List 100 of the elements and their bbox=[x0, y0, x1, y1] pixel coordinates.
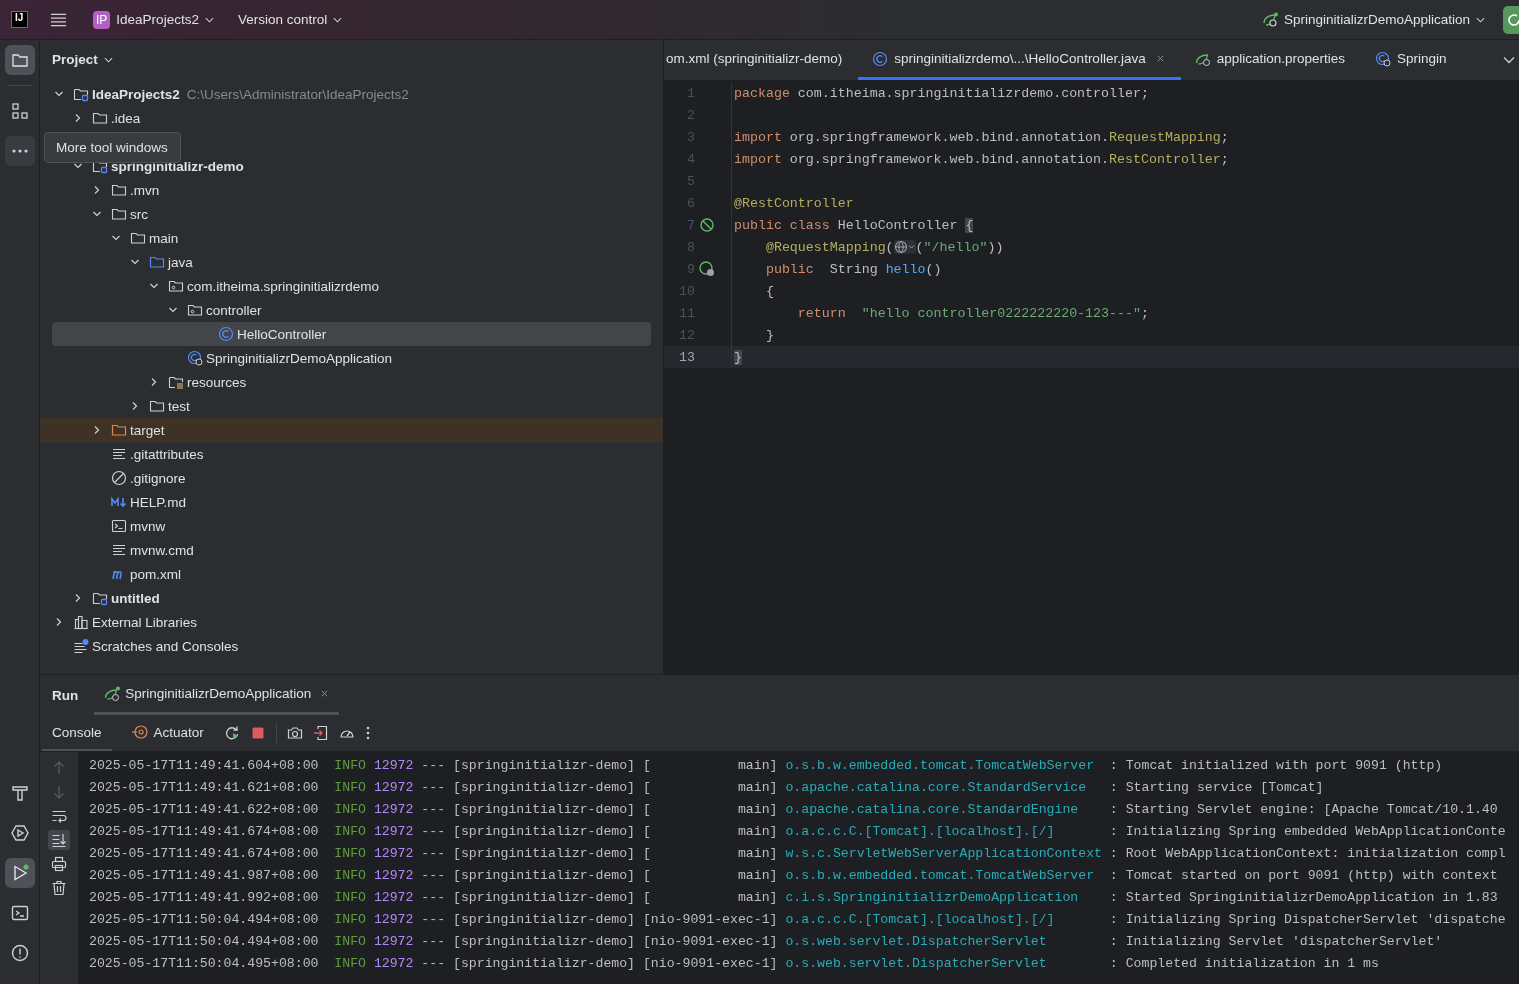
leaf-globe-icon[interactable] bbox=[699, 261, 715, 277]
menu-icon[interactable] bbox=[50, 12, 67, 27]
print-icon bbox=[51, 856, 67, 872]
chevron-icon[interactable] bbox=[149, 281, 159, 291]
chevron-down-icon bbox=[204, 16, 214, 23]
tree-item[interactable]: java bbox=[40, 250, 651, 274]
run-button[interactable] bbox=[1503, 5, 1519, 34]
chevron-icon[interactable] bbox=[92, 425, 102, 435]
scroll-end-icon bbox=[51, 832, 67, 848]
editor-tab[interactable]: Springin bbox=[1361, 40, 1463, 80]
more-vertical-icon[interactable] bbox=[364, 725, 371, 741]
tool-window-button[interactable] bbox=[4, 858, 35, 888]
class-icon bbox=[872, 50, 889, 67]
chevron-icon[interactable] bbox=[73, 161, 83, 171]
chevron-icon[interactable] bbox=[73, 113, 83, 123]
chevron-icon[interactable] bbox=[149, 377, 159, 387]
spring-run-icon bbox=[104, 685, 121, 702]
tree-item[interactable]: .gitattributes bbox=[40, 442, 651, 466]
log-line: 2025-05-17T11:49:41.992+08:00 INFO 12972 --- [springinitializr-demo] [ main] c.i.s.SpringinitializrDemoApplication : Started SpringinitializrDemoApplication in 1.83 bbox=[89, 888, 1499, 907]
structure-icon bbox=[10, 102, 29, 120]
tree-item[interactable]: pom.xml bbox=[40, 562, 651, 586]
tree-item[interactable]: HELP.md bbox=[40, 490, 651, 514]
scratches-icon bbox=[73, 638, 89, 654]
chevron-down-icon bbox=[103, 56, 113, 63]
tree-item[interactable]: controller bbox=[40, 298, 651, 322]
run-tab[interactable]: SpringinitializrDemoApplication bbox=[94, 675, 340, 715]
text-file-icon bbox=[111, 542, 127, 558]
tree-item[interactable]: .idea bbox=[40, 106, 651, 130]
editor-tab[interactable]: springinitializrdemo\...\HelloController.java bbox=[858, 40, 1181, 80]
services-icon bbox=[10, 824, 29, 842]
code-line: } bbox=[764, 327, 774, 343]
chevron-icon[interactable] bbox=[130, 401, 140, 411]
chevron-icon[interactable] bbox=[54, 89, 64, 99]
globe-icon[interactable] bbox=[893, 240, 916, 254]
camera-icon[interactable] bbox=[286, 725, 303, 741]
tree-item[interactable]: mvnw.cmd bbox=[40, 538, 651, 562]
tree-item[interactable]: resources bbox=[40, 370, 651, 394]
chevron-icon[interactable] bbox=[92, 209, 102, 219]
chevron-icon[interactable] bbox=[130, 257, 140, 267]
tree-item[interactable]: main bbox=[40, 226, 651, 250]
libraries-icon bbox=[73, 614, 89, 630]
console-tool-button[interactable] bbox=[48, 830, 70, 850]
actuator-icon bbox=[131, 724, 148, 740]
project-view-selector[interactable]: Project bbox=[46, 48, 119, 71]
terminal-icon bbox=[10, 904, 29, 922]
tree-item[interactable]: target bbox=[40, 418, 663, 442]
module-folder-icon bbox=[92, 590, 108, 606]
no-entry-icon[interactable] bbox=[699, 217, 715, 233]
app-logo[interactable]: IJ bbox=[11, 11, 28, 28]
tree-item[interactable]: untitled bbox=[40, 586, 651, 610]
folder-icon bbox=[111, 206, 127, 222]
chevron-icon[interactable] bbox=[54, 617, 64, 627]
more-icon bbox=[11, 149, 28, 153]
tree-item[interactable]: SpringinitializrDemoApplication bbox=[40, 346, 651, 370]
chevron-icon[interactable] bbox=[73, 593, 83, 603]
tree-item[interactable]: test bbox=[40, 394, 651, 418]
tree-item[interactable]: src bbox=[40, 202, 651, 226]
folder-icon bbox=[92, 110, 108, 126]
log-line: 2025-05-17T11:50:04.494+08:00 INFO 12972 --- [springinitializr-demo] [nio-9091-exec-1] o.s.web.servlet.DispatcherServlet : Initializing Servlet 'dispatcherServlet' bbox=[89, 932, 1444, 951]
tree-item[interactable]: Scratches and Consoles bbox=[40, 634, 651, 658]
chevron-icon[interactable] bbox=[111, 233, 121, 243]
exit-icon[interactable] bbox=[312, 725, 329, 741]
chevron-icon[interactable] bbox=[168, 305, 178, 315]
chevron-down-icon bbox=[1476, 16, 1485, 23]
package-icon bbox=[187, 302, 203, 318]
tree-item[interactable]: mvnw bbox=[40, 514, 651, 538]
rerun-icon bbox=[1506, 11, 1519, 28]
code-line: import org.springframework.web.bind.annotation.RequestMapping; bbox=[734, 129, 1229, 145]
project-selector[interactable]: IP IdeaProjects2 bbox=[87, 6, 220, 33]
panel-title: Run bbox=[52, 687, 79, 703]
tree-item[interactable]: IdeaProjects2 C:\Users\Administrator\IdeaProjects2 bbox=[40, 82, 651, 106]
tool-window-button[interactable] bbox=[4, 45, 35, 75]
console-tab[interactable]: Actuator bbox=[121, 715, 214, 751]
text-file-icon bbox=[111, 446, 127, 462]
terminal-file-icon bbox=[111, 518, 127, 534]
close-icon[interactable] bbox=[320, 689, 330, 698]
editor-tab[interactable]: application.properties bbox=[1180, 40, 1361, 80]
version-control-menu[interactable]: Version control bbox=[231, 8, 349, 31]
folder-icon bbox=[149, 398, 165, 414]
chevron-icon[interactable] bbox=[92, 185, 102, 195]
chevron-down-icon[interactable] bbox=[1503, 56, 1515, 64]
tree-item[interactable]: External Libraries bbox=[40, 610, 651, 634]
tree-item[interactable]: .mvn bbox=[40, 178, 651, 202]
folder-icon bbox=[111, 182, 127, 198]
trash-icon bbox=[51, 880, 67, 896]
code-line: @RestController bbox=[734, 195, 854, 211]
log-line: 2025-05-17T11:49:41.622+08:00 INFO 12972 --- [springinitializr-demo] [ main] o.apache.catalina.core.StandardEngine : Starting Servlet engine: [Apache Tomcat/10.1.40 bbox=[89, 800, 1499, 819]
editor-tab[interactable]: om.xml (springinitializr-demo) bbox=[664, 40, 859, 80]
log-line: 2025-05-17T11:49:41.674+08:00 INFO 12972 --- [springinitializr-demo] [ main] o.a.c.c.C.[Tomcat].[localhost].[/] : Initializing Spring embedded WebApplicationConte bbox=[89, 822, 1507, 841]
run-configuration-selector[interactable]: SpringinitializrDemoApplication bbox=[1255, 7, 1491, 32]
rerun-icon[interactable] bbox=[223, 725, 240, 741]
package-icon bbox=[168, 278, 184, 294]
close-icon[interactable] bbox=[1155, 54, 1165, 63]
tree-item[interactable]: .gitignore bbox=[40, 466, 651, 490]
log-line: 2025-05-17T11:49:41.621+08:00 INFO 12972 --- [springinitializr-demo] [ main] o.apache.catalina.core.StandardService : Starting service [Tomcat] bbox=[89, 778, 1325, 797]
tree-item[interactable]: com.itheima.springinitializrdemo bbox=[40, 274, 651, 298]
code-line: package com.itheima.springinitializrdemo.controller; bbox=[734, 85, 1149, 101]
code-line: ("/hello")) bbox=[915, 239, 1004, 255]
tree-item[interactable]: HelloController bbox=[52, 322, 651, 346]
log-line: 2025-05-17T11:49:41.987+08:00 INFO 12972 --- [springinitializr-demo] [ main] o.s.b.w.embedded.tomcat.TomcatWebServer : Tomcat started on port 9091 (http) with context bbox=[89, 866, 1499, 885]
